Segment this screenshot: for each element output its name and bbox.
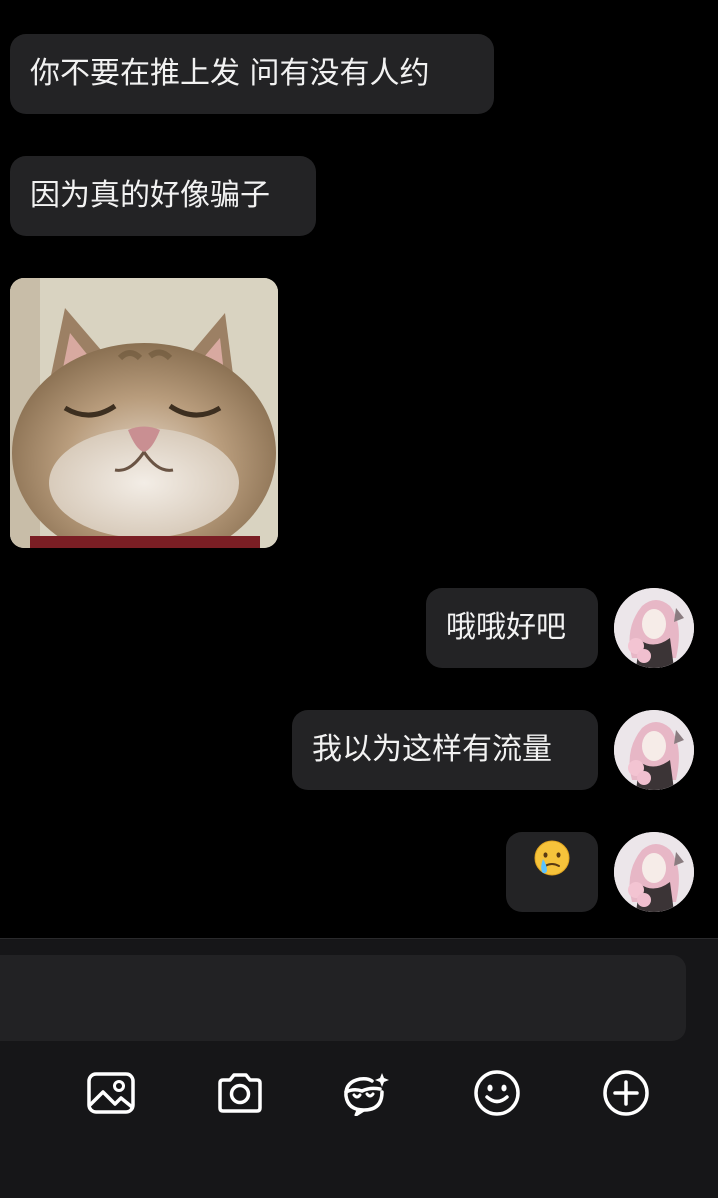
camera-icon — [218, 1073, 262, 1113]
image-button[interactable] — [81, 1063, 141, 1123]
add-button[interactable] — [596, 1063, 656, 1123]
message-image-cat[interactable] — [10, 278, 278, 548]
camera-button[interactable] — [210, 1063, 270, 1123]
avatar[interactable] — [614, 710, 694, 790]
avatar[interactable] — [614, 832, 694, 912]
image-icon — [87, 1072, 135, 1114]
message-text: 哦哦好吧 — [446, 610, 566, 645]
emoji-button[interactable] — [467, 1063, 527, 1123]
composer-toolbar — [0, 1049, 718, 1139]
message-input[interactable] — [0, 955, 686, 1041]
plus-icon — [603, 1070, 649, 1116]
message-text: 因为真的好像骗子 — [30, 178, 270, 213]
message-text: 你不要在推上发 问有没有人约 — [30, 56, 430, 91]
message-bubble-outgoing[interactable]: 哦哦好吧 — [426, 588, 598, 668]
message-text: 我以为这样有流量 — [312, 732, 552, 767]
sticker-button[interactable] — [336, 1063, 396, 1123]
chat-message-list: 你不要在推上发 问有没有人约 因为真的好像骗子 哦哦好吧 我以为这样有流量 — [0, 0, 718, 940]
message-bubble-outgoing[interactable] — [506, 832, 598, 912]
avatar[interactable] — [614, 588, 694, 668]
composer-panel — [0, 938, 718, 1198]
emoji-icon — [474, 1070, 520, 1116]
message-bubble-outgoing[interactable]: 我以为这样有流量 — [292, 710, 598, 790]
message-bubble-incoming[interactable]: 因为真的好像骗子 — [10, 156, 316, 236]
message-bubble-incoming[interactable]: 你不要在推上发 问有没有人约 — [10, 34, 494, 114]
sticker-icon — [344, 1073, 389, 1116]
smiling-cat-photo — [10, 278, 278, 548]
crying-face-icon — [533, 830, 571, 910]
